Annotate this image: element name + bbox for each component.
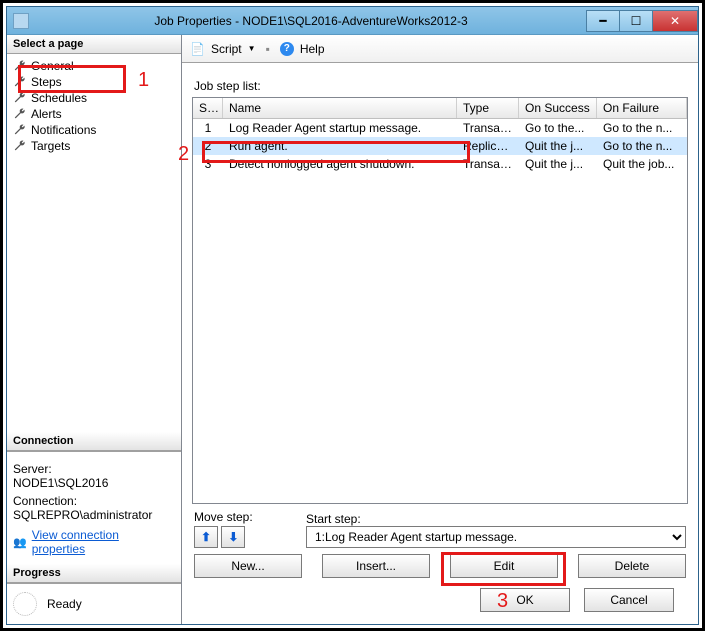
start-step-select[interactable]: 1:Log Reader Agent startup message. <box>306 526 686 548</box>
col-name[interactable]: Name <box>223 98 457 118</box>
page-item-notifications[interactable]: Notifications <box>7 122 181 138</box>
grid-body: 1Log Reader Agent startup message.Transa… <box>193 119 687 503</box>
page-item-alerts[interactable]: Alerts <box>7 106 181 122</box>
view-connection-properties-link[interactable]: View connection properties <box>32 528 175 556</box>
page-item-steps[interactable]: Steps <box>7 74 181 90</box>
toolbar: 📄 Script ▼ ▪ ? Help <box>182 35 698 63</box>
col-step[interactable]: St... <box>193 98 223 118</box>
progress-spinner-icon <box>13 592 37 616</box>
help-button[interactable]: Help <box>300 42 325 56</box>
dialog-footer: OK Cancel <box>192 580 688 618</box>
insert-button[interactable]: Insert... <box>322 554 430 578</box>
main-panel: 📄 Script ▼ ▪ ? Help Job step list: St...… <box>182 35 698 624</box>
table-row[interactable]: 1Log Reader Agent startup message.Transa… <box>193 119 687 137</box>
cell-name: Run agent. <box>223 137 457 155</box>
grid-header: St... Name Type On Success On Failure <box>193 98 687 119</box>
page-list: General Steps Schedules Alerts <box>7 54 181 158</box>
titlebar[interactable]: Job Properties - NODE1\SQL2016-Adventure… <box>7 7 698 35</box>
cell-step: 2 <box>193 137 223 155</box>
script-button[interactable]: Script <box>211 42 242 56</box>
col-type[interactable]: Type <box>457 98 519 118</box>
wrench-icon <box>13 107 27 121</box>
page-item-label: Steps <box>31 75 62 89</box>
progress-block: Ready <box>7 583 181 624</box>
cancel-button[interactable]: Cancel <box>584 588 674 612</box>
table-row[interactable]: 2Run agent.Replicati...Quit the j...Go t… <box>193 137 687 155</box>
page-item-label: Schedules <box>31 91 87 105</box>
col-onsuccess[interactable]: On Success <box>519 98 597 118</box>
script-dropdown-icon[interactable]: ▼ <box>248 44 256 53</box>
wrench-icon <box>13 75 27 89</box>
ok-button[interactable]: OK <box>480 588 570 612</box>
cell-onfailure: Go to the n... <box>597 137 687 155</box>
help-icon: ? <box>280 42 294 56</box>
toolbar-separator: ▪ <box>266 42 270 56</box>
page-item-schedules[interactable]: Schedules <box>7 90 181 106</box>
left-panel: Select a page General Steps Schedules <box>7 35 182 624</box>
cell-step: 3 <box>193 155 223 173</box>
cell-onfailure: Quit the job... <box>597 155 687 173</box>
job-properties-window: Job Properties - NODE1\SQL2016-Adventure… <box>6 6 699 625</box>
connection-block: Server: NODE1\SQL2016 Connection: SQLREP… <box>7 451 181 564</box>
cell-type: Transact-... <box>457 155 519 173</box>
edit-button[interactable]: Edit <box>450 554 558 578</box>
wrench-icon <box>13 59 27 73</box>
wrench-icon <box>13 139 27 153</box>
server-label: Server: <box>13 462 175 476</box>
page-item-label: General <box>31 59 74 73</box>
script-icon: 📄 <box>190 42 205 56</box>
close-button[interactable]: ✕ <box>652 10 698 32</box>
job-step-grid[interactable]: St... Name Type On Success On Failure 1L… <box>192 97 688 504</box>
window-icon <box>13 13 29 29</box>
move-down-button[interactable]: ⬇ <box>221 526 245 548</box>
server-value: NODE1\SQL2016 <box>13 476 175 490</box>
select-page-header: Select a page <box>7 35 181 54</box>
move-up-button[interactable]: ⬆ <box>194 526 218 548</box>
page-item-label: Alerts <box>31 107 62 121</box>
table-row[interactable]: 3Detect nonlogged agent shutdown.Transac… <box>193 155 687 173</box>
connection-props-icon: 👥 <box>13 536 27 549</box>
page-item-general[interactable]: General <box>7 58 181 74</box>
window-title: Job Properties - NODE1\SQL2016-Adventure… <box>35 14 587 28</box>
connection-header: Connection <box>7 432 181 451</box>
job-step-list-label: Job step list: <box>194 79 688 93</box>
minimize-button[interactable]: ━ <box>586 10 620 32</box>
wrench-icon <box>13 123 27 137</box>
bottom-controls: Move step: ⬆ ⬇ Start step: 1:Log Reader … <box>192 504 688 580</box>
cell-type: Replicati... <box>457 137 519 155</box>
new-button[interactable]: New... <box>194 554 302 578</box>
connection-label: Connection: <box>13 494 175 508</box>
maximize-button[interactable]: ☐ <box>619 10 653 32</box>
connection-value: SQLREPRO\administrator <box>13 508 175 522</box>
cell-onsuccess: Quit the j... <box>519 155 597 173</box>
cell-type: Transact-... <box>457 119 519 137</box>
progress-status: Ready <box>47 597 82 611</box>
page-item-targets[interactable]: Targets <box>7 138 181 154</box>
page-item-label: Targets <box>31 139 70 153</box>
col-onfailure[interactable]: On Failure <box>597 98 687 118</box>
start-step-label: Start step: <box>306 512 686 526</box>
progress-header: Progress <box>7 564 181 583</box>
wrench-icon <box>13 91 27 105</box>
cell-onfailure: Go to the n... <box>597 119 687 137</box>
cell-onsuccess: Quit the j... <box>519 137 597 155</box>
page-item-label: Notifications <box>31 123 96 137</box>
cell-step: 1 <box>193 119 223 137</box>
move-step-label: Move step: <box>194 510 302 524</box>
cell-name: Detect nonlogged agent shutdown. <box>223 155 457 173</box>
delete-button[interactable]: Delete <box>578 554 686 578</box>
cell-onsuccess: Go to the... <box>519 119 597 137</box>
cell-name: Log Reader Agent startup message. <box>223 119 457 137</box>
